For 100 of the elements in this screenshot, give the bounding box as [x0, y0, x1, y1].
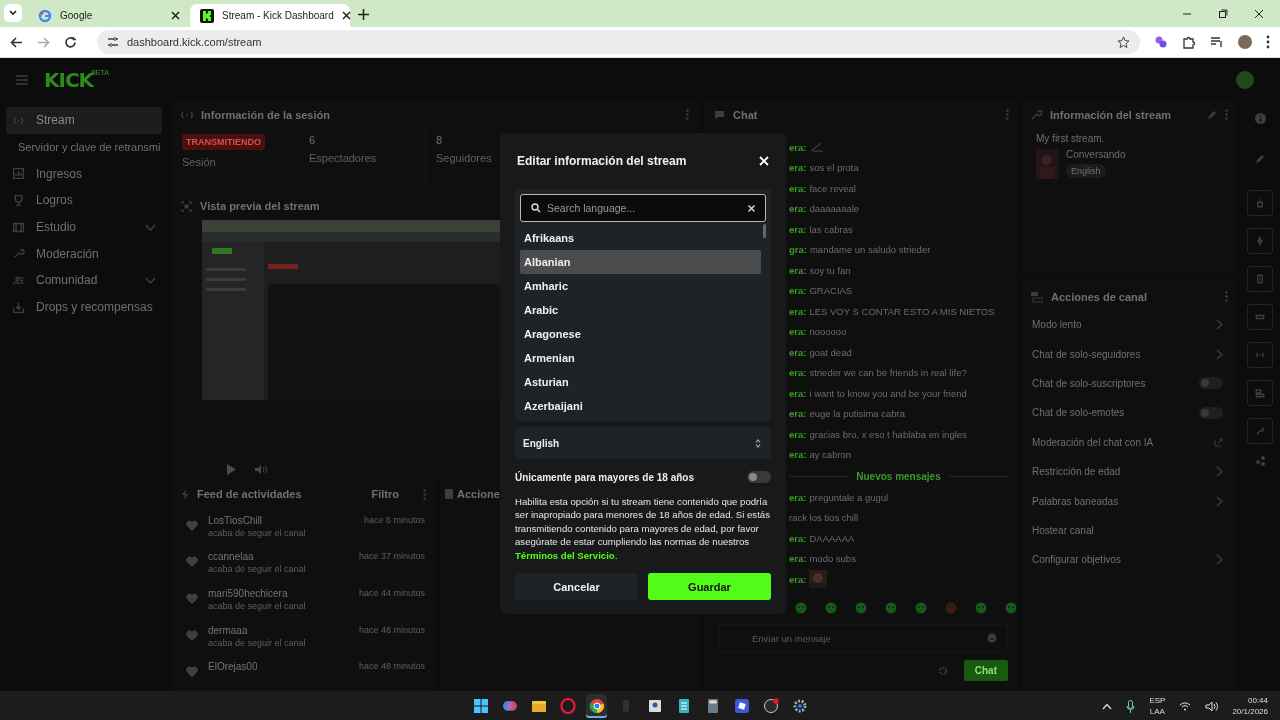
settings-icon[interactable]	[937, 665, 948, 676]
close-icon[interactable]	[341, 11, 351, 20]
channel-action[interactable]: Moderación del chat con IA	[1032, 436, 1154, 448]
chat-username[interactable]: era:	[789, 182, 807, 194]
volume-icon[interactable]	[1205, 700, 1219, 712]
tag[interactable]: English	[1066, 164, 1106, 178]
play-icon[interactable]	[226, 463, 236, 475]
chat-username[interactable]: gra:	[789, 244, 807, 256]
edit-icon[interactable]	[1255, 154, 1265, 164]
toggle-switch[interactable]	[1199, 406, 1223, 419]
emote-icon[interactable]	[795, 602, 807, 614]
emote-icon[interactable]	[855, 602, 867, 614]
cancel-button[interactable]: Cancelar	[515, 573, 638, 601]
chat-send-button[interactable]: Chat	[963, 660, 1008, 681]
emote-icon[interactable]	[1005, 602, 1017, 614]
language-option[interactable]: Asturian	[520, 370, 761, 394]
sidebar-item[interactable]: Ingresos	[6, 160, 162, 188]
language-select[interactable]: English	[515, 427, 771, 459]
browser-tab[interactable]: Stream - Kick Dashboard	[190, 4, 350, 27]
channel-action[interactable]: Chat de solo-emotes	[1032, 407, 1125, 419]
channel-action[interactable]: Restricción de edad	[1032, 466, 1121, 478]
close-icon[interactable]	[1254, 9, 1264, 19]
channel-action[interactable]: Hostear canal	[1032, 524, 1094, 536]
more-icon[interactable]	[1266, 35, 1270, 49]
emote-icon[interactable]	[825, 602, 837, 614]
wifi-icon[interactable]	[1179, 701, 1192, 711]
dots-icon[interactable]	[1254, 456, 1266, 466]
filter-button[interactable]: Filtro	[371, 488, 399, 501]
chat-username[interactable]: era:	[789, 223, 807, 235]
toggle-switch[interactable]	[747, 471, 771, 483]
category-name[interactable]: Conversando	[1066, 149, 1126, 160]
emoji-icon[interactable]	[987, 633, 997, 643]
channel-action[interactable]: Configurar objetivos	[1032, 554, 1121, 566]
user-avatar[interactable]	[1236, 70, 1254, 89]
language-option[interactable]: Albanian	[520, 250, 761, 274]
terms-link[interactable]: Términos del Servicio	[515, 549, 615, 561]
chat-username[interactable]: era:	[789, 553, 807, 565]
chat-username[interactable]: era:	[789, 408, 807, 420]
panel-toggle-button[interactable]	[1247, 418, 1273, 444]
restore-icon[interactable]	[1218, 9, 1228, 19]
emote-icon[interactable]	[915, 602, 927, 614]
language-option[interactable]: Azerbaijani	[520, 394, 761, 418]
clock-time[interactable]: 00:44	[1247, 695, 1268, 706]
sidebar-item[interactable]: Comunidad	[6, 267, 162, 294]
chat-username[interactable]: era:	[789, 532, 807, 544]
back-icon[interactable]	[10, 35, 23, 49]
edit-icon[interactable]	[1207, 109, 1217, 120]
info-icon[interactable]	[1254, 113, 1266, 124]
chevron-up-icon[interactable]	[1102, 702, 1113, 710]
language-option[interactable]: Afrikaans	[520, 226, 761, 250]
message-field[interactable]: Enviar un mensaje	[719, 624, 1008, 652]
language-option[interactable]: Armenian	[520, 346, 761, 370]
chat-username[interactable]: era:	[789, 449, 807, 461]
microphone-icon[interactable]	[1126, 699, 1136, 713]
external-link-icon[interactable]	[1214, 437, 1223, 447]
chat-username[interactable]: era:	[789, 387, 807, 399]
panel-toggle-button[interactable]	[1247, 342, 1273, 368]
sidebar-item[interactable]: Servidor y clave de retransmi	[6, 133, 162, 161]
panel-toggle-button[interactable]	[1247, 380, 1273, 406]
chat-username[interactable]: era:	[789, 367, 807, 379]
language-option[interactable]: Amharic	[520, 274, 761, 298]
channel-action[interactable]: Modo lento	[1032, 319, 1082, 331]
extension-icon[interactable]	[1154, 35, 1168, 49]
media-icon[interactable]	[1210, 35, 1224, 49]
language-option[interactable]: Aragonese	[520, 322, 761, 346]
sidebar-item[interactable]: Stream	[6, 107, 162, 134]
chat-username[interactable]: era:	[789, 162, 807, 174]
browser-tab[interactable]: Google	[28, 4, 188, 27]
emote-icon[interactable]	[945, 602, 957, 614]
taskbar-app-icon[interactable]	[586, 694, 607, 718]
tab-list-button[interactable]	[4, 4, 22, 22]
clear-icon[interactable]	[748, 204, 755, 212]
sidebar-item[interactable]: Logros	[6, 187, 162, 214]
chat-username[interactable]: era:	[789, 428, 807, 440]
channel-action[interactable]: Chat de solo-suscriptores	[1032, 377, 1146, 389]
keyboard-layout[interactable]: LAA	[1149, 706, 1165, 717]
panel-toggle-button[interactable]	[1247, 266, 1273, 292]
scrollbar-thumb[interactable]	[763, 224, 766, 238]
chat-username[interactable]: era:	[789, 305, 807, 317]
chat-username[interactable]: era:	[789, 326, 807, 338]
search-field[interactable]: Search language...	[520, 194, 766, 222]
panel-toggle-button[interactable]	[1247, 228, 1273, 254]
language-option[interactable]: Arabic	[520, 298, 761, 322]
reload-icon[interactable]	[64, 35, 77, 49]
channel-action[interactable]: Palabras baneadas	[1032, 495, 1119, 507]
sidebar-item[interactable]: Estudio	[6, 213, 162, 241]
puzzle-icon[interactable]	[1182, 35, 1196, 49]
menu-icon[interactable]	[16, 74, 28, 85]
chat-username[interactable]: era:	[789, 203, 807, 215]
clock-date[interactable]: 20/1/2026	[1232, 706, 1268, 717]
chat-username[interactable]: era:	[789, 346, 807, 358]
address-field[interactable]: dashboard.kick.com/stream	[97, 30, 1140, 54]
chat-username[interactable]: era:	[789, 491, 807, 503]
site-settings-icon[interactable]	[107, 36, 119, 48]
sidebar-item[interactable]: Drops y recompensas	[6, 293, 162, 321]
sidebar-item[interactable]: Moderación	[6, 240, 162, 268]
toggle-switch[interactable]	[1199, 377, 1223, 390]
chat-username[interactable]: era:	[789, 141, 807, 153]
bookmark-star-icon[interactable]	[1117, 35, 1130, 49]
save-button[interactable]: Guardar	[648, 573, 771, 601]
